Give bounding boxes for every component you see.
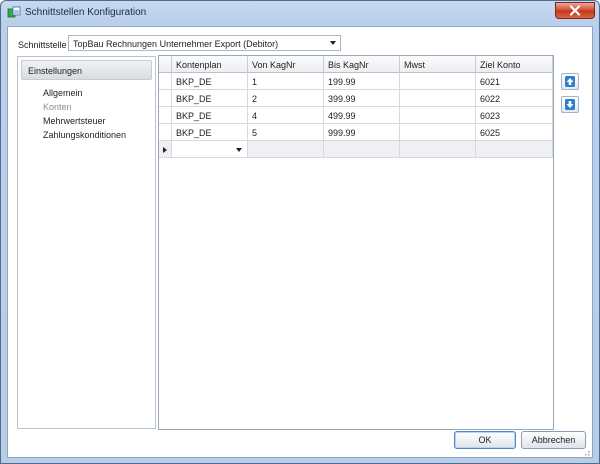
cancel-button[interactable]: Abbrechen — [521, 431, 586, 449]
window-title: Schnittstellen Konfiguration — [25, 7, 147, 18]
arrow-down-icon — [565, 99, 575, 110]
nav-item-zahlungskonditionen[interactable]: Zahlungskonditionen — [43, 130, 126, 140]
dialog-window: Schnittstellen Konfiguration Schnittstel… — [0, 0, 600, 464]
column-header-mwst[interactable]: Mwst — [400, 56, 476, 73]
resize-grip-icon[interactable] — [582, 451, 590, 459]
cell-von-kagnr[interactable]: 4 — [248, 107, 324, 124]
new-row-mwst[interactable] — [400, 141, 476, 158]
column-header-ziel-konto[interactable]: Ziel Konto — [476, 56, 553, 73]
move-down-button[interactable] — [561, 96, 579, 113]
current-row-pointer-icon — [163, 147, 167, 153]
cell-von-kagnr[interactable]: 5 — [248, 124, 324, 141]
cell-mwst[interactable] — [400, 107, 476, 124]
nav-item-konten[interactable]: Konten — [43, 102, 72, 112]
title-bar[interactable]: Schnittstellen Konfiguration — [1, 1, 599, 25]
dialog-content: Schnittstelle TopBau Rechnungen Unterneh… — [7, 26, 593, 459]
nav-header[interactable]: Einstellungen — [21, 60, 152, 80]
app-icon — [7, 6, 21, 18]
cell-bis-kagnr[interactable]: 399.99 — [324, 90, 400, 107]
cell-ziel-konto[interactable]: 6025 — [476, 124, 553, 141]
cell-von-kagnr[interactable]: 1 — [248, 73, 324, 90]
cell-kontenplan[interactable]: BKP_DE — [172, 73, 248, 90]
close-button[interactable] — [555, 2, 595, 19]
grid-header-row: Kontenplan Von KagNr Bis KagNr Mwst Ziel… — [159, 56, 553, 73]
new-row-bis-kagnr[interactable] — [324, 141, 400, 158]
chevron-down-icon[interactable] — [236, 148, 242, 152]
arrow-up-icon — [565, 76, 575, 87]
cell-mwst[interactable] — [400, 90, 476, 107]
table-row[interactable]: BKP_DE 4 499.99 6023 — [159, 107, 553, 124]
cell-ziel-konto[interactable]: 6023 — [476, 107, 553, 124]
cell-kontenplan[interactable]: BKP_DE — [172, 90, 248, 107]
row-indicator-cell[interactable] — [159, 124, 172, 141]
cell-bis-kagnr[interactable]: 499.99 — [324, 107, 400, 124]
cell-kontenplan[interactable]: BKP_DE — [172, 107, 248, 124]
cell-ziel-konto[interactable]: 6021 — [476, 73, 553, 90]
nav-item-allgemein[interactable]: Allgemein — [43, 88, 83, 98]
cell-von-kagnr[interactable]: 2 — [248, 90, 324, 107]
cell-bis-kagnr[interactable]: 999.99 — [324, 124, 400, 141]
nav-header-label: Einstellungen — [28, 66, 83, 76]
header-indicator-cell — [159, 56, 172, 73]
ok-button[interactable]: OK — [454, 431, 516, 449]
nav-item-mehrwertsteuer[interactable]: Mehrwertsteuer — [43, 116, 106, 126]
interface-label: Schnittstelle — [18, 40, 67, 50]
row-indicator-cell[interactable] — [159, 107, 172, 124]
column-header-von-kagnr[interactable]: Von KagNr — [248, 56, 324, 73]
chevron-down-icon[interactable] — [330, 41, 336, 45]
cell-mwst[interactable] — [400, 73, 476, 90]
new-row-von-kagnr[interactable] — [248, 141, 324, 158]
column-header-bis-kagnr[interactable]: Bis KagNr — [324, 56, 400, 73]
cell-kontenplan[interactable]: BKP_DE — [172, 124, 248, 141]
column-header-kontenplan[interactable]: Kontenplan — [172, 56, 248, 73]
interface-select[interactable]: TopBau Rechnungen Unternehmer Export (De… — [68, 35, 341, 51]
row-indicator-cell[interactable] — [159, 141, 172, 158]
table-row[interactable]: BKP_DE 1 199.99 6021 — [159, 73, 553, 90]
table-row[interactable]: BKP_DE 2 399.99 6022 — [159, 90, 553, 107]
settings-nav: Einstellungen Allgemein Konten Mehrwerts… — [17, 56, 156, 429]
cell-mwst[interactable] — [400, 124, 476, 141]
cell-ziel-konto[interactable]: 6022 — [476, 90, 553, 107]
row-indicator-cell[interactable] — [159, 73, 172, 90]
move-up-button[interactable] — [561, 73, 579, 90]
cell-bis-kagnr[interactable]: 199.99 — [324, 73, 400, 90]
interface-select-value: TopBau Rechnungen Unternehmer Export (De… — [73, 39, 279, 49]
row-indicator-cell[interactable] — [159, 90, 172, 107]
accounts-grid: Kontenplan Von KagNr Bis KagNr Mwst Ziel… — [158, 55, 554, 430]
new-row[interactable] — [159, 141, 553, 158]
table-row[interactable]: BKP_DE 5 999.99 6025 — [159, 124, 553, 141]
new-row-kontenplan-dropdown[interactable] — [172, 141, 248, 158]
new-row-ziel-konto[interactable] — [476, 141, 553, 158]
close-icon — [569, 5, 581, 16]
